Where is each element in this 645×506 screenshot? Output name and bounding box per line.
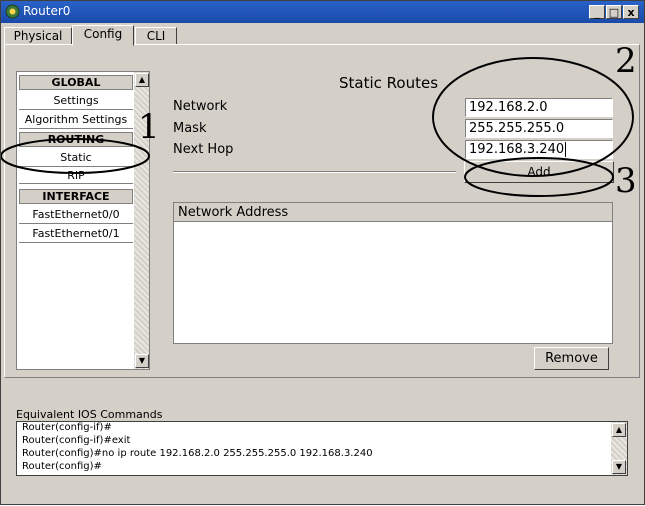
mask-label: Mask	[173, 121, 207, 136]
ios-commands-box: Router(config-if)# Router(config-if)#exi…	[16, 421, 628, 476]
routes-table: Network Address	[173, 202, 613, 344]
scroll-up-arrow-icon[interactable]: ▲	[612, 423, 626, 437]
sidebar-item-fastethernet0-0[interactable]: FastEthernet0/0	[19, 206, 133, 224]
ios-command-line: Router(config-if)#	[22, 422, 112, 433]
next-hop-label: Next Hop	[173, 142, 234, 157]
config-sidebar: GLOBAL Settings Algorithm Settings ROUTI…	[16, 71, 150, 370]
sidebar-header-global: GLOBAL	[19, 75, 133, 90]
sidebar-header-routing: ROUTING	[19, 132, 133, 147]
mask-input[interactable]: 255.255.255.0	[465, 119, 613, 138]
tab-config[interactable]: Config	[72, 25, 134, 46]
add-button[interactable]: Add	[464, 161, 614, 183]
window-title: Router0	[23, 4, 71, 18]
form-divider	[173, 171, 456, 173]
next-hop-value: 192.168.3.240	[469, 142, 565, 157]
text-cursor	[565, 142, 567, 157]
next-hop-input[interactable]: 192.168.3.240	[465, 140, 613, 159]
ios-commands-label: Equivalent IOS Commands	[16, 408, 163, 421]
routes-table-header: Network Address	[174, 203, 612, 222]
tab-cli[interactable]: CLI	[135, 27, 177, 45]
network-input[interactable]: 192.168.2.0	[465, 98, 613, 117]
sidebar-header-interface: INTERFACE	[19, 189, 133, 204]
sidebar-item-fastethernet0-1[interactable]: FastEthernet0/1	[19, 225, 133, 243]
static-routes-title: Static Routes	[339, 74, 439, 92]
minimize-button[interactable]: _	[589, 5, 605, 19]
router-app-icon	[5, 4, 20, 19]
maximize-button[interactable]: □	[606, 5, 622, 19]
ios-command-line: Router(config)#	[22, 461, 102, 472]
ios-command-line: Router(config)#no ip route 192.168.2.0 2…	[22, 448, 373, 459]
close-button[interactable]: x	[623, 5, 639, 19]
annotation-number-3: 3	[615, 161, 637, 201]
router-window: Router0 _ □ x Physical Config CLI GLOBAL…	[0, 0, 645, 505]
sidebar-item-rip[interactable]: RIP	[19, 168, 133, 184]
scroll-down-arrow-icon[interactable]: ▼	[612, 460, 626, 474]
remove-button[interactable]: Remove	[534, 347, 609, 370]
sidebar-item-algorithm-settings[interactable]: Algorithm Settings	[19, 111, 133, 129]
annotation-number-2: 2	[615, 41, 637, 81]
scroll-down-arrow-icon[interactable]: ▼	[135, 354, 149, 368]
network-label: Network	[173, 99, 228, 114]
tab-physical[interactable]: Physical	[4, 27, 72, 45]
title-bar: Router0 _ □ x	[1, 1, 644, 23]
annotation-number-1: 1	[138, 107, 160, 147]
sidebar-item-settings[interactable]: Settings	[19, 92, 133, 110]
scroll-up-arrow-icon[interactable]: ▲	[135, 73, 149, 87]
ios-command-line: Router(config-if)#exit	[22, 435, 131, 446]
sidebar-item-static[interactable]: Static	[19, 149, 133, 167]
